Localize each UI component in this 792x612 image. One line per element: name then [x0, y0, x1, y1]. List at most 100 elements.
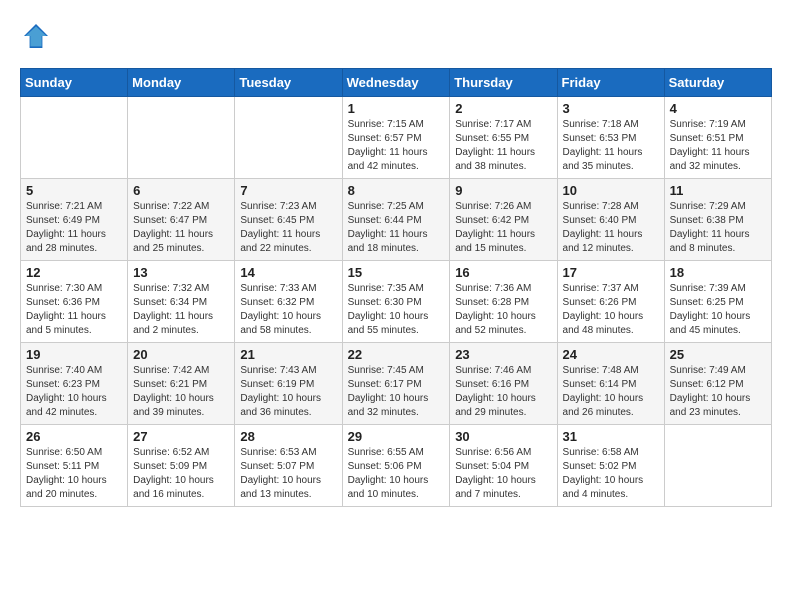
day-info: Sunrise: 7:35 AM Sunset: 6:30 PM Dayligh… — [348, 282, 445, 338]
day-number: 14 — [240, 265, 336, 280]
week-row-2: 5Sunrise: 7:21 AM Sunset: 6:49 PM Daylig… — [21, 179, 772, 261]
day-number: 13 — [133, 265, 229, 280]
day-cell: 30 Sunrise: 6:56 AM Sunset: 5:04 PM Dayli… — [450, 425, 557, 507]
day-cell: 11Sunrise: 7:29 AM Sunset: 6:38 PM Dayli… — [664, 179, 771, 261]
day-number: 25 — [670, 347, 766, 362]
day-cell: 25 Sunrise: 7:49 AM Sunset: 6:12 PM Dayli… — [664, 343, 771, 425]
day-number: 4 — [670, 101, 766, 116]
day-number: 23 — [455, 347, 551, 362]
day-info: Sunrise: 7:48 AM Sunset: 6:14 PM Dayligh… — [563, 364, 659, 420]
day-number: 31 — [563, 429, 659, 444]
logo-icon — [20, 20, 52, 52]
logo — [20, 20, 56, 52]
day-cell: 5Sunrise: 7:21 AM Sunset: 6:49 PM Daylig… — [21, 179, 128, 261]
day-header-monday: Monday — [128, 69, 235, 97]
day-info: Sunrise: 7:33 AM Sunset: 6:32 PM Dayligh… — [240, 282, 336, 338]
day-info: Sunrise: 7:37 AM Sunset: 6:26 PM Dayligh… — [563, 282, 659, 338]
week-row-4: 19 Sunrise: 7:40 AM Sunset: 6:23 PM Dayli… — [21, 343, 772, 425]
day-cell: 14 Sunrise: 7:33 AM Sunset: 6:32 PM Dayli… — [235, 261, 342, 343]
day-cell: 4 Sunrise: 7:19 AM Sunset: 6:51 PM Daylig… — [664, 97, 771, 179]
day-info: Sunrise: 7:19 AM Sunset: 6:51 PM Dayligh… — [670, 118, 766, 174]
day-info: Sunrise: 6:58 AM Sunset: 5:02 PM Dayligh… — [563, 446, 659, 502]
day-info: Sunrise: 7:17 AM Sunset: 6:55 PM Dayligh… — [455, 118, 551, 174]
day-header-friday: Friday — [557, 69, 664, 97]
day-cell — [128, 97, 235, 179]
day-cell: 24 Sunrise: 7:48 AM Sunset: 6:14 PM Dayli… — [557, 343, 664, 425]
day-header-saturday: Saturday — [664, 69, 771, 97]
day-info: Sunrise: 7:32 AM Sunset: 6:34 PM Dayligh… — [133, 282, 229, 338]
day-number: 7 — [240, 183, 336, 198]
day-cell: 23 Sunrise: 7:46 AM Sunset: 6:16 PM Dayli… — [450, 343, 557, 425]
day-cell: 13 Sunrise: 7:32 AM Sunset: 6:34 PM Dayli… — [128, 261, 235, 343]
day-cell: 28 Sunrise: 6:53 AM Sunset: 5:07 PM Dayli… — [235, 425, 342, 507]
day-info: Sunrise: 7:29 AM Sunset: 6:38 PM Dayligh… — [670, 200, 766, 256]
day-number: 28 — [240, 429, 336, 444]
day-cell: 26 Sunrise: 6:50 AM Sunset: 5:11 PM Dayli… — [21, 425, 128, 507]
day-cell: 19 Sunrise: 7:40 AM Sunset: 6:23 PM Dayli… — [21, 343, 128, 425]
day-cell — [21, 97, 128, 179]
day-header-tuesday: Tuesday — [235, 69, 342, 97]
day-info: Sunrise: 7:22 AM Sunset: 6:47 PM Dayligh… — [133, 200, 229, 256]
day-cell: 20 Sunrise: 7:42 AM Sunset: 6:21 PM Dayli… — [128, 343, 235, 425]
day-number: 10 — [563, 183, 659, 198]
day-header-wednesday: Wednesday — [342, 69, 450, 97]
day-cell: 3 Sunrise: 7:18 AM Sunset: 6:53 PM Daylig… — [557, 97, 664, 179]
day-number: 20 — [133, 347, 229, 362]
day-cell: 22 Sunrise: 7:45 AM Sunset: 6:17 PM Dayli… — [342, 343, 450, 425]
day-number: 6 — [133, 183, 229, 198]
day-number: 21 — [240, 347, 336, 362]
day-info: Sunrise: 6:55 AM Sunset: 5:06 PM Dayligh… — [348, 446, 445, 502]
day-info: Sunrise: 7:28 AM Sunset: 6:40 PM Dayligh… — [563, 200, 659, 256]
day-number: 19 — [26, 347, 122, 362]
day-number: 1 — [348, 101, 445, 116]
day-cell: 18Sunrise: 7:39 AM Sunset: 6:25 PM Dayli… — [664, 261, 771, 343]
header-row: SundayMondayTuesdayWednesdayThursdayFrid… — [21, 69, 772, 97]
day-number: 30 — [455, 429, 551, 444]
day-info: Sunrise: 7:25 AM Sunset: 6:44 PM Dayligh… — [348, 200, 445, 256]
day-cell: 9 Sunrise: 7:26 AM Sunset: 6:42 PM Daylig… — [450, 179, 557, 261]
day-number: 15 — [348, 265, 445, 280]
day-number: 29 — [348, 429, 445, 444]
day-number: 22 — [348, 347, 445, 362]
day-cell — [235, 97, 342, 179]
day-info: Sunrise: 6:53 AM Sunset: 5:07 PM Dayligh… — [240, 446, 336, 502]
day-info: Sunrise: 7:43 AM Sunset: 6:19 PM Dayligh… — [240, 364, 336, 420]
day-info: Sunrise: 6:50 AM Sunset: 5:11 PM Dayligh… — [26, 446, 122, 502]
day-cell: 29 Sunrise: 6:55 AM Sunset: 5:06 PM Dayli… — [342, 425, 450, 507]
day-number: 5 — [26, 183, 122, 198]
day-number: 9 — [455, 183, 551, 198]
day-info: Sunrise: 7:46 AM Sunset: 6:16 PM Dayligh… — [455, 364, 551, 420]
day-number: 3 — [563, 101, 659, 116]
day-cell: 8 Sunrise: 7:25 AM Sunset: 6:44 PM Daylig… — [342, 179, 450, 261]
day-info: Sunrise: 7:49 AM Sunset: 6:12 PM Dayligh… — [670, 364, 766, 420]
day-info: Sunrise: 7:30 AM Sunset: 6:36 PM Dayligh… — [26, 282, 122, 338]
day-cell: 16Sunrise: 7:36 AM Sunset: 6:28 PM Dayli… — [450, 261, 557, 343]
calendar-header: SundayMondayTuesdayWednesdayThursdayFrid… — [21, 69, 772, 97]
day-info: Sunrise: 7:15 AM Sunset: 6:57 PM Dayligh… — [348, 118, 445, 174]
day-number: 12 — [26, 265, 122, 280]
day-number: 27 — [133, 429, 229, 444]
day-number: 26 — [26, 429, 122, 444]
calendar-body: 1 Sunrise: 7:15 AM Sunset: 6:57 PM Daylig… — [21, 97, 772, 507]
day-cell — [664, 425, 771, 507]
day-info: Sunrise: 7:26 AM Sunset: 6:42 PM Dayligh… — [455, 200, 551, 256]
day-info: Sunrise: 7:40 AM Sunset: 6:23 PM Dayligh… — [26, 364, 122, 420]
day-cell: 21 Sunrise: 7:43 AM Sunset: 6:19 PM Dayli… — [235, 343, 342, 425]
week-row-5: 26 Sunrise: 6:50 AM Sunset: 5:11 PM Dayli… — [21, 425, 772, 507]
day-info: Sunrise: 7:42 AM Sunset: 6:21 PM Dayligh… — [133, 364, 229, 420]
day-number: 8 — [348, 183, 445, 198]
day-info: Sunrise: 7:18 AM Sunset: 6:53 PM Dayligh… — [563, 118, 659, 174]
day-info: Sunrise: 7:36 AM Sunset: 6:28 PM Dayligh… — [455, 282, 551, 338]
day-cell: 10 Sunrise: 7:28 AM Sunset: 6:40 PM Dayli… — [557, 179, 664, 261]
day-header-sunday: Sunday — [21, 69, 128, 97]
day-cell: 15 Sunrise: 7:35 AM Sunset: 6:30 PM Dayli… — [342, 261, 450, 343]
day-info: Sunrise: 6:56 AM Sunset: 5:04 PM Dayligh… — [455, 446, 551, 502]
day-cell: 1 Sunrise: 7:15 AM Sunset: 6:57 PM Daylig… — [342, 97, 450, 179]
day-cell: 27Sunrise: 6:52 AM Sunset: 5:09 PM Dayli… — [128, 425, 235, 507]
day-number: 17 — [563, 265, 659, 280]
day-number: 24 — [563, 347, 659, 362]
day-cell: 17 Sunrise: 7:37 AM Sunset: 6:26 PM Dayli… — [557, 261, 664, 343]
day-info: Sunrise: 7:45 AM Sunset: 6:17 PM Dayligh… — [348, 364, 445, 420]
day-info: Sunrise: 7:23 AM Sunset: 6:45 PM Dayligh… — [240, 200, 336, 256]
day-info: Sunrise: 7:39 AM Sunset: 6:25 PM Dayligh… — [670, 282, 766, 338]
